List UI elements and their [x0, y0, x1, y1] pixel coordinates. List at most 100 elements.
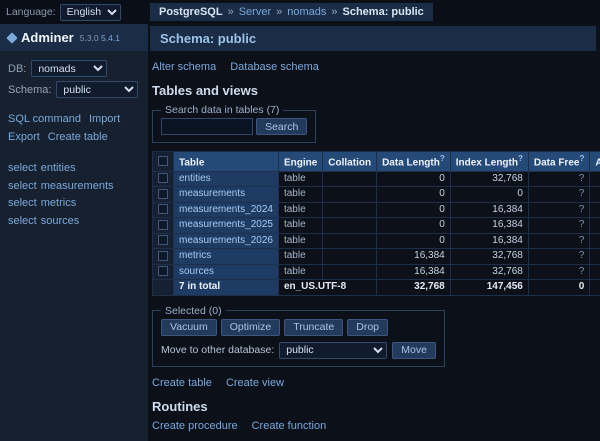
- breadcrumb-database-link[interactable]: nomads: [287, 6, 326, 18]
- breadcrumb-separator: »: [331, 6, 337, 18]
- sidebar-table-item: select entities: [8, 160, 140, 178]
- row-checkbox[interactable]: [158, 251, 168, 261]
- column-header-label: Engine: [284, 157, 317, 168]
- column-header-label: Collation: [328, 157, 371, 168]
- select-all-cell: [153, 152, 174, 172]
- collation-cell: [323, 264, 377, 280]
- total-data-free-cell: 0: [528, 280, 589, 296]
- move-label: Move to other database:: [161, 344, 274, 356]
- table-name-link[interactable]: measurements_2024: [179, 204, 273, 215]
- row-checkbox[interactable]: [158, 235, 168, 245]
- version-new-link[interactable]: 5.4.1: [101, 33, 120, 43]
- database-schema-link[interactable]: Database schema: [230, 61, 319, 73]
- data-length-cell: 0: [377, 171, 451, 187]
- selected-legend: Selected (0): [161, 305, 226, 317]
- index-length-cell: 16,384: [450, 233, 528, 249]
- version-current: 5.3.0: [80, 33, 99, 43]
- page-title: Schema: public: [150, 26, 596, 51]
- data-free-cell: ?: [528, 171, 589, 187]
- tables-and-views-heading: Tables and views: [152, 83, 596, 98]
- bulk-action-button[interactable]: Truncate: [284, 319, 343, 336]
- engine-cell: table: [278, 233, 322, 249]
- data-free-cell: ?: [528, 187, 589, 203]
- breadcrumb-server-link[interactable]: Server: [239, 6, 271, 18]
- select-all-checkbox[interactable]: [158, 156, 168, 166]
- sidebar-table-link[interactable]: measurements: [41, 180, 114, 192]
- table-name-link[interactable]: metrics: [179, 250, 211, 261]
- column-help-link[interactable]: ?: [579, 154, 584, 163]
- table-name-cell: metrics: [174, 249, 279, 265]
- select-data-link[interactable]: select: [8, 180, 37, 192]
- data-free-cell: ?: [528, 233, 589, 249]
- row-checkbox[interactable]: [158, 266, 168, 276]
- index-length-cell: 32,768: [450, 171, 528, 187]
- column-header-label: Index Length: [456, 157, 518, 168]
- row-checkbox[interactable]: [158, 204, 168, 214]
- data-length-cell: 0: [377, 187, 451, 203]
- routine-create-link[interactable]: Create procedure: [152, 420, 238, 432]
- select-data-link[interactable]: select: [8, 215, 37, 227]
- column-header: Auto Increment?: [590, 152, 600, 172]
- search-input[interactable]: [161, 118, 253, 135]
- schema-select[interactable]: public: [56, 81, 138, 98]
- sidebar-links: SQL command Import Export Create table: [0, 110, 148, 146]
- create-link[interactable]: Create table: [152, 377, 212, 389]
- adminer-home-link[interactable]: Adminer: [21, 30, 74, 45]
- column-header: Index Length?: [450, 152, 528, 172]
- sidebar-sql-command-link[interactable]: SQL command: [8, 113, 81, 125]
- db-select[interactable]: nomads: [31, 60, 107, 77]
- sidebar-import-link[interactable]: Import: [89, 113, 120, 125]
- column-help-link[interactable]: ?: [518, 154, 523, 163]
- sidebar-table-link[interactable]: metrics: [41, 197, 76, 209]
- routine-create-link[interactable]: Create function: [252, 420, 327, 432]
- schema-actions: Alter schema Database schema: [152, 61, 596, 73]
- table-name-link[interactable]: sources: [179, 266, 214, 277]
- row-select-cell: [153, 202, 174, 218]
- data-length-cell: 16,384: [377, 249, 451, 265]
- engine-cell: table: [278, 264, 322, 280]
- column-header: Collation: [323, 152, 377, 172]
- row-select-cell: [153, 264, 174, 280]
- auto-increment-cell: ?: [590, 264, 600, 280]
- table-name-cell: measurements_2024: [174, 202, 279, 218]
- row-checkbox[interactable]: [158, 173, 168, 183]
- column-help-link[interactable]: ?: [440, 154, 445, 163]
- selected-fieldset: Selected (0) Vacuum Optimize Truncate Dr…: [152, 305, 445, 367]
- table-name-link[interactable]: measurements_2026: [179, 235, 273, 246]
- sidebar-create-table-link[interactable]: Create table: [48, 131, 108, 143]
- sidebar-table-link[interactable]: entities: [41, 162, 76, 174]
- move-button[interactable]: Move: [392, 342, 436, 359]
- move-database-select[interactable]: public: [279, 342, 387, 359]
- row-select-cell: [153, 218, 174, 234]
- row-checkbox[interactable]: [158, 189, 168, 199]
- collation-cell: [323, 233, 377, 249]
- table-name-cell: measurements_2026: [174, 233, 279, 249]
- select-data-link[interactable]: select: [8, 197, 37, 209]
- select-data-link[interactable]: select: [8, 162, 37, 174]
- table-name-link[interactable]: measurements: [179, 188, 245, 199]
- column-header-label: Data Length: [382, 157, 440, 168]
- schema-label: Schema:: [8, 84, 51, 96]
- table-name-link[interactable]: measurements_2025: [179, 219, 273, 230]
- table-name-link[interactable]: entities: [179, 173, 211, 184]
- sidebar-table-link[interactable]: sources: [41, 215, 80, 227]
- bulk-action-button[interactable]: Optimize: [221, 319, 280, 336]
- sidebar-export-link[interactable]: Export: [8, 131, 40, 143]
- create-link[interactable]: Create view: [226, 377, 284, 389]
- language-select[interactable]: English: [60, 4, 121, 21]
- bulk-action-button[interactable]: Drop: [347, 319, 388, 336]
- table-row: measurements table 0 0 ? ? ?: [153, 187, 600, 203]
- total-label-cell: 7 in total: [174, 280, 279, 296]
- table-row: metrics table 16,384 32,768 ? ? ?: [153, 249, 600, 265]
- column-header: Engine: [278, 152, 322, 172]
- search-button[interactable]: Search: [256, 118, 307, 135]
- table-row: measurements_2025 table 0 16,384 ? ? ?: [153, 218, 600, 234]
- table-row: measurements_2026 table 0 16,384 ? ? ?: [153, 233, 600, 249]
- total-auto-increment-cell: [590, 280, 600, 296]
- sidebar-table-item: select sources: [8, 213, 140, 231]
- engine-cell: table: [278, 218, 322, 234]
- bulk-action-button[interactable]: Vacuum: [161, 319, 217, 336]
- alter-schema-link[interactable]: Alter schema: [152, 61, 216, 73]
- row-checkbox[interactable]: [158, 220, 168, 230]
- table-row: measurements_2024 table 0 16,384 ? ? ?: [153, 202, 600, 218]
